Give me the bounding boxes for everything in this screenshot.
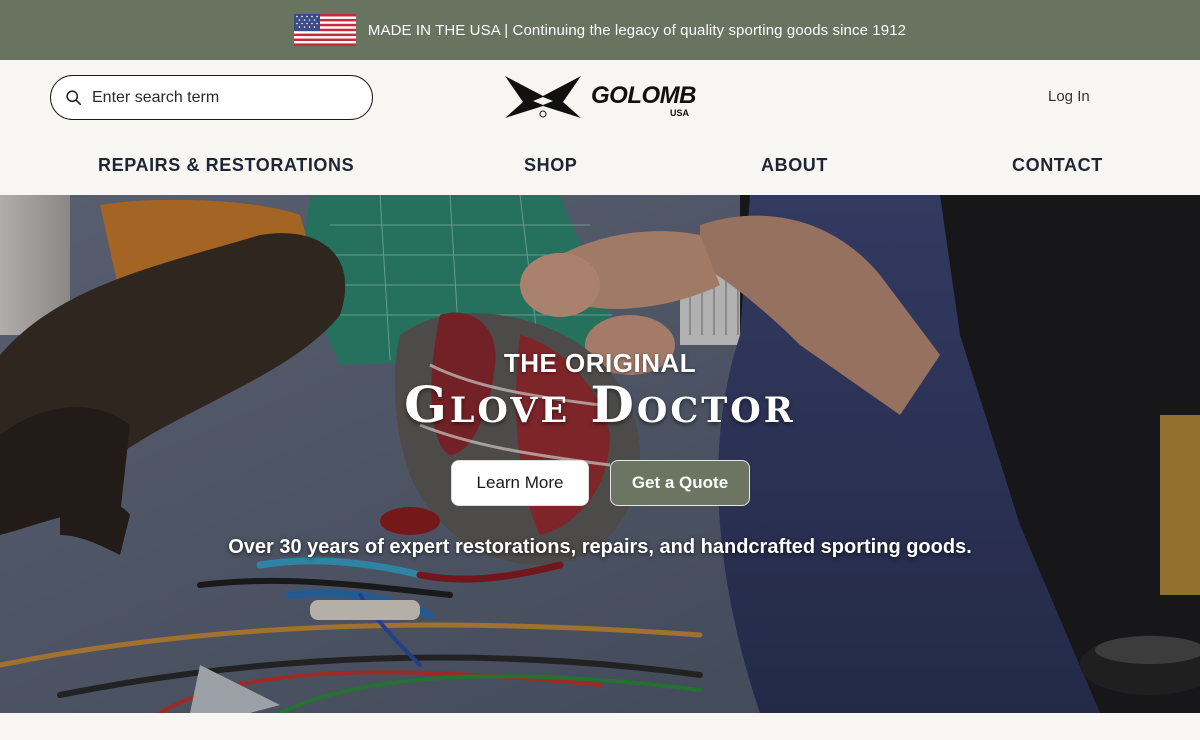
nav-item-contact[interactable]: CONTACT bbox=[1012, 155, 1103, 176]
announcement-bar: MADE IN THE USA | Continuing the legacy … bbox=[0, 0, 1200, 60]
us-flag-icon bbox=[293, 14, 356, 46]
search-input[interactable] bbox=[92, 88, 342, 107]
nav-item-about[interactable]: ABOUT bbox=[761, 155, 828, 176]
hero-headline: Glove Doctor bbox=[404, 375, 796, 434]
search-icon bbox=[66, 90, 82, 106]
site-logo[interactable]: GOLOMB USA bbox=[503, 74, 703, 130]
login-link[interactable]: Log In bbox=[1048, 88, 1090, 105]
nav-item-repairs-restorations[interactable]: REPAIRS & RESTORATIONS bbox=[98, 155, 354, 176]
page-bottom-strip bbox=[0, 713, 1200, 740]
announcement-text: MADE IN THE USA | Continuing the legacy … bbox=[367, 21, 907, 39]
get-quote-button[interactable]: Get a Quote bbox=[610, 460, 750, 506]
hero-overlay bbox=[0, 195, 1200, 713]
learn-more-button[interactable]: Learn More bbox=[451, 460, 589, 506]
logo-subtext: USA bbox=[670, 108, 690, 118]
search-box[interactable] bbox=[50, 75, 373, 120]
logo-wordmark: GOLOMB bbox=[591, 82, 697, 109]
hero-section: THE ORIGINAL Glove Doctor Learn More Get… bbox=[0, 195, 1200, 713]
site-header: GOLOMB USA Log In REPAIRS & RESTORATIONS… bbox=[0, 60, 1200, 195]
hero-tagline: Over 30 years of expert restorations, re… bbox=[228, 536, 972, 558]
nav-item-shop[interactable]: SHOP bbox=[524, 155, 577, 176]
